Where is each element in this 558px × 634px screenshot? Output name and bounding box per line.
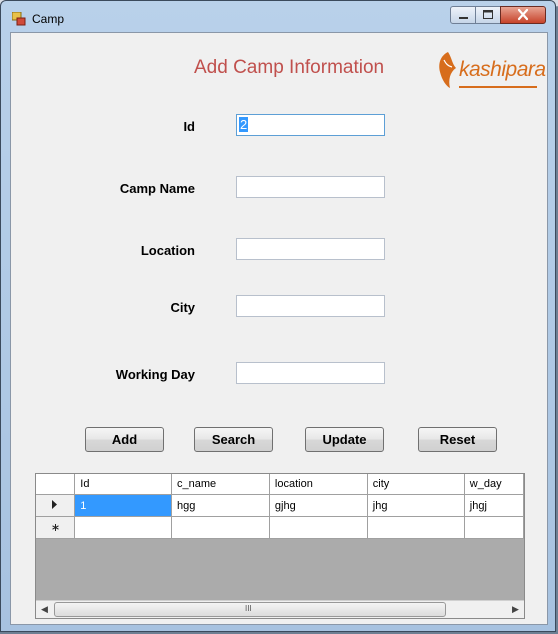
city-label: City bbox=[170, 300, 195, 315]
minimize-icon bbox=[459, 17, 468, 19]
logo-wordmark: kashipara bbox=[459, 58, 546, 81]
window-title: Camp bbox=[32, 12, 65, 26]
column-header-city[interactable]: city bbox=[367, 474, 465, 495]
lion-logo-icon bbox=[439, 52, 456, 88]
city-field[interactable] bbox=[236, 295, 385, 317]
new-cell-city[interactable] bbox=[367, 516, 465, 539]
scroll-left-icon[interactable]: ◀ bbox=[36, 601, 53, 618]
scroll-grip: III bbox=[245, 604, 252, 613]
camp-window: Camp Add Camp Information kashipara Id 2… bbox=[0, 0, 556, 632]
cell-location[interactable]: gjhg bbox=[269, 494, 368, 517]
new-cell-c-name[interactable] bbox=[171, 516, 270, 539]
id-field-value: 2 bbox=[239, 117, 249, 132]
maximize-icon bbox=[483, 10, 493, 19]
search-button[interactable]: Search bbox=[194, 427, 273, 452]
new-row-asterisk-icon bbox=[51, 523, 59, 531]
working-day-field[interactable] bbox=[236, 362, 385, 384]
table-row[interactable]: 1 hgg gjhg jhg jhgj bbox=[36, 494, 524, 517]
maximize-button[interactable] bbox=[475, 6, 501, 24]
column-header-w-day[interactable]: w_day bbox=[464, 474, 524, 495]
scroll-right-icon[interactable]: ▶ bbox=[507, 601, 524, 618]
column-header-id[interactable]: Id bbox=[74, 474, 173, 495]
working-day-label: Working Day bbox=[115, 367, 195, 382]
new-cell-id[interactable] bbox=[74, 516, 173, 539]
title-bar[interactable]: Camp bbox=[1, 1, 555, 32]
update-button[interactable]: Update bbox=[305, 427, 384, 452]
column-header-c-name[interactable]: c_name bbox=[171, 474, 270, 495]
grid-corner-cell[interactable] bbox=[36, 474, 76, 495]
current-row-arrow-icon bbox=[52, 500, 58, 509]
camp-data-grid[interactable]: Id c_name location city w_day 1 hgg gjhg… bbox=[35, 473, 525, 619]
app-icon bbox=[12, 12, 26, 26]
new-row[interactable] bbox=[36, 516, 524, 539]
add-button[interactable]: Add bbox=[85, 427, 164, 452]
logo-underline bbox=[459, 86, 537, 88]
kashipara-logo: kashipara bbox=[436, 48, 546, 92]
minimize-button[interactable] bbox=[450, 6, 476, 24]
new-cell-location[interactable] bbox=[269, 516, 368, 539]
cell-c-name[interactable]: hgg bbox=[171, 494, 270, 517]
column-header-location[interactable]: location bbox=[269, 474, 368, 495]
page-title: Add Camp Information bbox=[194, 57, 385, 78]
new-row-header[interactable] bbox=[36, 516, 76, 539]
reset-button[interactable]: Reset bbox=[418, 427, 497, 452]
close-button[interactable] bbox=[500, 6, 546, 24]
form-client-area: Add Camp Information kashipara Id 2 Camp… bbox=[10, 32, 548, 625]
location-field[interactable] bbox=[236, 238, 385, 260]
row-header[interactable] bbox=[36, 494, 76, 517]
location-label: Location bbox=[140, 243, 195, 258]
close-icon bbox=[517, 8, 529, 21]
id-field[interactable]: 2 bbox=[236, 114, 385, 136]
camp-name-label: Camp Name bbox=[119, 181, 195, 196]
id-label: Id bbox=[183, 119, 195, 134]
cell-id[interactable]: 1 bbox=[74, 494, 173, 517]
horizontal-scrollbar[interactable]: ◀ III ▶ bbox=[36, 600, 524, 618]
grid-header-row: Id c_name location city w_day bbox=[36, 474, 524, 495]
scroll-thumb[interactable]: III bbox=[54, 602, 446, 617]
camp-name-field[interactable] bbox=[236, 176, 385, 198]
cell-w-day[interactable]: jhgj bbox=[464, 494, 524, 517]
cell-city[interactable]: jhg bbox=[367, 494, 465, 517]
new-cell-w-day[interactable] bbox=[464, 516, 524, 539]
